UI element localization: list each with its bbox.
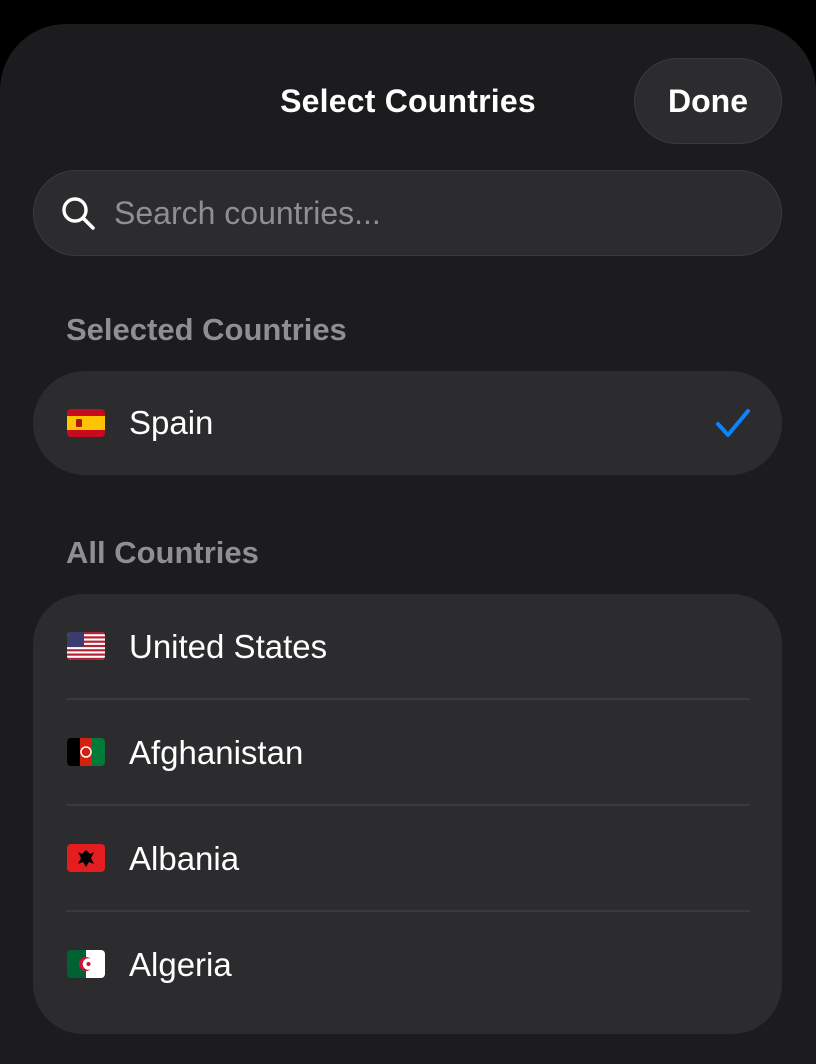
country-name: Algeria [129, 946, 232, 983]
section-label-selected: Selected Countries [66, 312, 347, 347]
country-name: Albania [129, 840, 240, 877]
albania-flag-icon [67, 844, 105, 872]
search-input[interactable] [114, 171, 754, 255]
checkmark-icon [716, 409, 750, 437]
country-name: Spain [129, 404, 214, 441]
country-row-united-states[interactable]: United States [33, 594, 782, 700]
country-row-afghanistan[interactable]: Afghanistan [33, 700, 782, 806]
country-name: United States [129, 628, 328, 665]
spain-flag-icon [67, 409, 105, 437]
united-states-flag-icon [67, 632, 105, 660]
search-icon [62, 197, 95, 230]
search-bar[interactable] [33, 170, 782, 256]
selected-countries-list: Spain [33, 371, 782, 475]
section-label-all: All Countries [66, 535, 259, 570]
country-name: Afghanistan [129, 734, 304, 771]
afghanistan-flag-icon [67, 738, 105, 766]
all-countries-list: United States Afghanistan Albania Algeri… [33, 594, 782, 1034]
country-row-spain[interactable]: Spain [33, 371, 782, 475]
country-row-albania[interactable]: Albania [33, 806, 782, 912]
done-button[interactable]: Done [634, 58, 782, 144]
country-row-algeria[interactable]: Algeria [33, 912, 782, 1018]
algeria-flag-icon [67, 950, 105, 978]
